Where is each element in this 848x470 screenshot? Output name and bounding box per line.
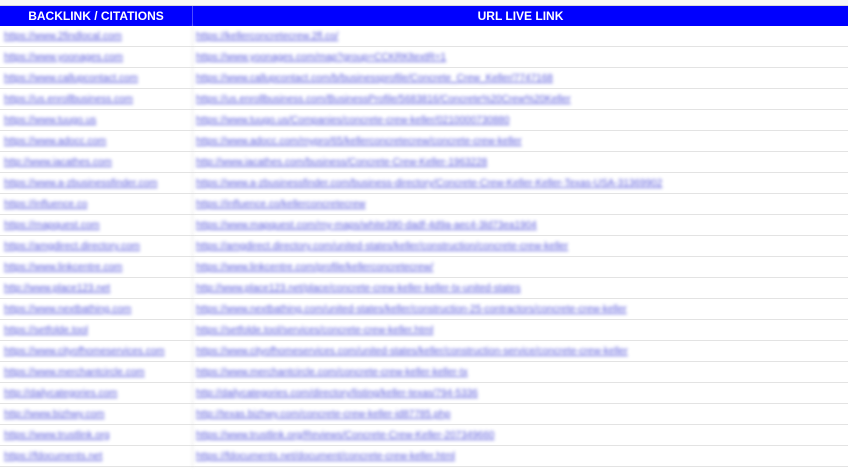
table-row: https://www.merchantcircle.com https://ww… <box>0 362 848 383</box>
table-row: https://www.callupcontact.com https://www… <box>0 68 848 89</box>
table-row: http://www.bizhwy.com http://texas.bizhwy… <box>0 404 848 425</box>
backlink-site-link[interactable]: https://setfolde.tool <box>0 320 193 341</box>
live-url-link[interactable]: https://www.cityofhomeservices.com/unite… <box>193 341 848 362</box>
backlink-site-link[interactable]: https://www.cityofhomeservices.com <box>0 341 193 362</box>
table-row: https://www.linkcentre.com https://www.li… <box>0 257 848 278</box>
backlink-site-link[interactable]: https://www.linkcentre.com <box>0 257 193 278</box>
live-url-link[interactable]: http://www.place123.net/place/concrete-c… <box>193 278 848 299</box>
table-row: https://www.nextbathing.com https://www.n… <box>0 299 848 320</box>
live-url-link[interactable]: https://fdocuments.net/document/concrete… <box>193 446 848 467</box>
backlink-site-link[interactable]: http://www.place123.net <box>0 278 193 299</box>
table-header: BACKLINK / CITATIONS URL LIVE LINK <box>0 6 848 26</box>
table-row: https://amgdirect.directory.com https://a… <box>0 236 848 257</box>
backlink-site-link[interactable]: https://www.a-zbusinessfinder.com <box>0 173 193 194</box>
backlink-site-link[interactable]: https://www.trustlink.org <box>0 425 193 446</box>
backlink-site-link[interactable]: https://www.tuugo.us <box>0 110 193 131</box>
live-url-link[interactable]: https://www.tuugo.us/Companies/concrete-… <box>193 110 848 131</box>
table-row: https://www.a-zbusinessfinder.com https:/… <box>0 173 848 194</box>
table-row: https://www.yoonages.com https://www.yoon… <box>0 47 848 68</box>
live-url-link[interactable]: https://setfolde.tool/services/concrete-… <box>193 320 848 341</box>
live-url-link[interactable]: http://www.iacathes.com/business/Concret… <box>193 152 848 173</box>
backlink-site-link[interactable]: https://mapquest.com <box>0 215 193 236</box>
table-body: https://www.2findlocal.com https://keller… <box>0 26 848 467</box>
table-row: https://www.tuugo.us https://www.tuugo.us… <box>0 110 848 131</box>
table-row: https://setfolde.tool https://setfolde.to… <box>0 320 848 341</box>
table-row: http://www.place123.net http://www.place1… <box>0 278 848 299</box>
spreadsheet: BACKLINK / CITATIONS URL LIVE LINK https… <box>0 0 848 470</box>
backlink-site-link[interactable]: http://www.bizhwy.com <box>0 404 193 425</box>
table-row: https://www.trustlink.org https://www.tru… <box>0 425 848 446</box>
live-url-link[interactable]: http://texas.bizhwy.com/concrete-crew-ke… <box>193 404 848 425</box>
table-row: http://dailycategories.com http://dailyca… <box>0 383 848 404</box>
live-url-link[interactable]: https://www.callupcontact.com/b/business… <box>193 68 848 89</box>
backlink-site-link[interactable]: https://fdocuments.net <box>0 446 193 467</box>
table-row: http://www.iacathes.com http://www.iacath… <box>0 152 848 173</box>
backlink-site-link[interactable]: https://www.yoonages.com <box>0 47 193 68</box>
live-url-link[interactable]: https://www.yoonages.com/map?group=CCKRK… <box>193 47 848 68</box>
live-url-link[interactable]: https://www.trustlink.org/Reviews/Concre… <box>193 425 848 446</box>
column-header-backlink[interactable]: BACKLINK / CITATIONS <box>0 6 193 26</box>
table-row: https://fdocuments.net https://fdocuments… <box>0 446 848 467</box>
live-url-link[interactable]: https://us.enrollbusiness.com/BusinessPr… <box>193 89 848 110</box>
live-url-link[interactable]: https://influence.co/kellerconcretecrew <box>193 194 848 215</box>
live-url-link[interactable]: https://www.adocc.com/mypro/65/kellercon… <box>193 131 848 152</box>
table-row: https://influence.co https://influence.co… <box>0 194 848 215</box>
backlink-site-link[interactable]: https://www.callupcontact.com <box>0 68 193 89</box>
live-url-link[interactable]: https://www.a-zbusinessfinder.com/busine… <box>193 173 848 194</box>
table-row: https://www.adocc.com https://www.adocc.c… <box>0 131 848 152</box>
backlink-site-link[interactable]: https://www.merchantcircle.com <box>0 362 193 383</box>
table-row: https://www.cityofhomeservices.com https:… <box>0 341 848 362</box>
live-url-link[interactable]: https://www.mapquest.com/my-maps/white39… <box>193 215 848 236</box>
backlink-site-link[interactable]: https://www.adocc.com <box>0 131 193 152</box>
live-url-link[interactable]: http://dailycategories.com/directory/lis… <box>193 383 848 404</box>
backlink-site-link[interactable]: http://dailycategories.com <box>0 383 193 404</box>
backlink-site-link[interactable]: https://amgdirect.directory.com <box>0 236 193 257</box>
table-row: https://us.enrollbusiness.com https://us.… <box>0 89 848 110</box>
table-row: https://www.2findlocal.com https://keller… <box>0 26 848 47</box>
backlink-site-link[interactable]: http://www.iacathes.com <box>0 152 193 173</box>
live-url-link[interactable]: https://amgdirect.directory.com/united-s… <box>193 236 848 257</box>
backlink-site-link[interactable]: https://www.nextbathing.com <box>0 299 193 320</box>
column-header-url[interactable]: URL LIVE LINK <box>193 6 848 26</box>
live-url-link[interactable]: https://www.linkcentre.com/profile/kelle… <box>193 257 848 278</box>
backlink-site-link[interactable]: https://www.2findlocal.com <box>0 26 193 47</box>
backlink-site-link[interactable]: https://us.enrollbusiness.com <box>0 89 193 110</box>
backlink-site-link[interactable]: https://influence.co <box>0 194 193 215</box>
live-url-link[interactable]: https://kellerconcretecrew.2fl.co/ <box>193 26 848 47</box>
table-row: https://mapquest.com https://www.mapquest… <box>0 215 848 236</box>
live-url-link[interactable]: https://www.nextbathing.com/united-state… <box>193 299 848 320</box>
live-url-link[interactable]: https://www.merchantcircle.com/concrete-… <box>193 362 848 383</box>
